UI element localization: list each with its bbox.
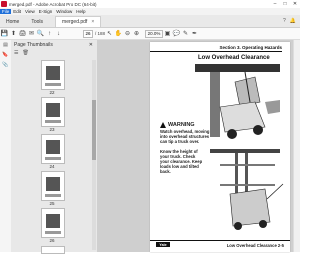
header-rule [150,51,282,52]
bookmarks-icon[interactable]: 🔖 [0,50,11,60]
panel-options: ☰ 🗑 [11,49,97,57]
window-title: merged.pdf - Adobe Acrobat Pro DC (64-bi… [9,1,97,7]
thumbnail-image [46,177,60,191]
acrobat-app-icon [1,1,7,7]
page-thumbnail[interactable] [41,97,65,127]
page-thumbnails-panel: Page Thumbnails ✕ ☰ 🗑 22 23 24 25 26 [11,40,98,254]
scrollbar-thumb[interactable] [92,100,96,160]
zoom-select[interactable]: 20.0% [145,29,164,38]
menu-window[interactable]: Window [54,9,74,14]
menu-edit[interactable]: Edit [11,9,23,14]
page-total-label: / 188 [95,31,106,36]
document-view[interactable]: Section 3. Operating Hazards Low Overhea… [98,40,300,252]
options-menu-icon[interactable]: ☰ [14,50,18,56]
highlight-icon[interactable]: ✎ [181,29,190,38]
minimize-button[interactable]: – [270,1,280,7]
tab-close-icon[interactable]: × [91,19,94,25]
page-thumbnail[interactable] [41,246,65,254]
tab-document[interactable]: merged.pdf × [55,16,102,27]
thumbnail-image [46,66,60,80]
panel-title: Page Thumbnails [14,41,53,48]
menu-file[interactable]: File [0,9,12,14]
lift-truck-illustration [210,149,284,230]
attachments-icon[interactable]: 📎 [0,60,11,70]
close-window-button[interactable]: ✕ [290,1,300,7]
tab-document-label: merged.pdf [62,19,88,25]
warning-heading: WARNING [160,122,216,128]
search-icon[interactable]: 🔍 [36,29,45,38]
page-thumbnail[interactable] [41,60,65,90]
zoom-out-icon[interactable]: ⊖ [123,29,132,38]
sign-icon[interactable]: ✒ [190,29,199,38]
notification-bell-icon[interactable]: 🔔 [290,18,296,24]
page-thumbnails-icon[interactable]: ▤ [0,40,11,50]
warning-label: WARNING [168,122,195,128]
instruction-text: Know the height of your truck. Check you… [160,149,203,174]
thumbnail-scrollbar[interactable] [92,60,96,250]
comment-icon[interactable]: 💬 [172,29,181,38]
pdf-page: Section 3. Operating Hazards Low Overhea… [150,42,290,252]
thumbnail-label: 25 [49,201,55,206]
print-icon[interactable]: 🖨 [18,29,27,38]
hand-tool-icon[interactable]: ✋ [114,29,123,38]
page-thumbnail[interactable] [41,134,65,164]
thumbnail-label: 23 [49,127,55,132]
help-icon[interactable]: ? [283,18,286,24]
email-icon[interactable]: ✉ [27,29,36,38]
section-header: Section 3. Operating Hazards [219,45,282,50]
menu-help[interactable]: Help [74,9,87,14]
page-number-input[interactable] [83,29,93,38]
thumbnail-text [45,120,61,123]
page-up-icon[interactable]: ↑ [45,29,54,38]
page-thumbnail[interactable] [41,208,65,238]
warning-text: Watch overhead, moving into overhead str… [160,129,210,144]
page-thumbnail[interactable] [41,171,65,201]
select-pointer-icon[interactable]: ↖ [105,29,114,38]
page-footer: Yale Low Overhead Clearance 2-5 [150,240,290,249]
page-navigator: / 188 [83,29,106,38]
maximize-button[interactable]: □ [280,1,290,7]
tab-tools[interactable]: Tools [25,17,49,27]
panel-header: Page Thumbnails ✕ [11,40,97,49]
tab-home[interactable]: Home [0,17,25,27]
page-down-icon[interactable]: ↓ [54,29,63,38]
thumbnail-image [46,140,60,154]
page-title: Low Overhead Clearance [198,55,270,61]
window-controls: – □ ✕ [270,1,300,7]
thumbnail-label: 26 [49,238,55,243]
menu-view[interactable]: View [23,9,37,14]
brand-logo: Yale [156,242,170,247]
zoom-value: 20.0% [145,29,164,38]
footer-text: Low Overhead Clearance 2-5 [226,243,284,248]
thumbnail-text [45,194,61,197]
upload-icon[interactable]: ⬆ [9,29,18,38]
thumbnail-text [45,157,61,160]
thumbnail-list: 22 23 24 25 26 [11,60,91,254]
fit-page-icon[interactable]: ▣ [163,29,172,38]
thumbnail-label: 24 [49,164,55,169]
warning-icon [160,122,166,128]
zoom-in-icon[interactable]: ⊕ [132,29,141,38]
delete-page-icon[interactable]: 🗑 [22,50,28,56]
thumbnail-image [46,214,60,228]
warning-box: WARNING Watch overhead, moving into over… [160,122,216,144]
right-tools-pane[interactable] [293,40,300,252]
tabbar-actions: ? 🔔 [283,15,300,27]
main-toolbar: 💾 ⬆ 🖨 ✉ 🔍 ↑ ↓ / 188 ↖ ✋ ⊖ ⊕ 20.0% ▣ 💬 ✎ … [0,28,300,40]
thumbnail-text [45,231,61,234]
thumbnail-image [46,103,60,117]
save-icon[interactable]: 💾 [0,29,9,38]
menu-esign[interactable]: E-Sign [37,9,55,14]
thumbnail-text [45,83,61,86]
panel-close-icon[interactable]: ✕ [89,42,93,48]
tab-bar: Home Tools merged.pdf × ? 🔔 [0,15,300,28]
thumbnail-label: 22 [49,90,55,95]
